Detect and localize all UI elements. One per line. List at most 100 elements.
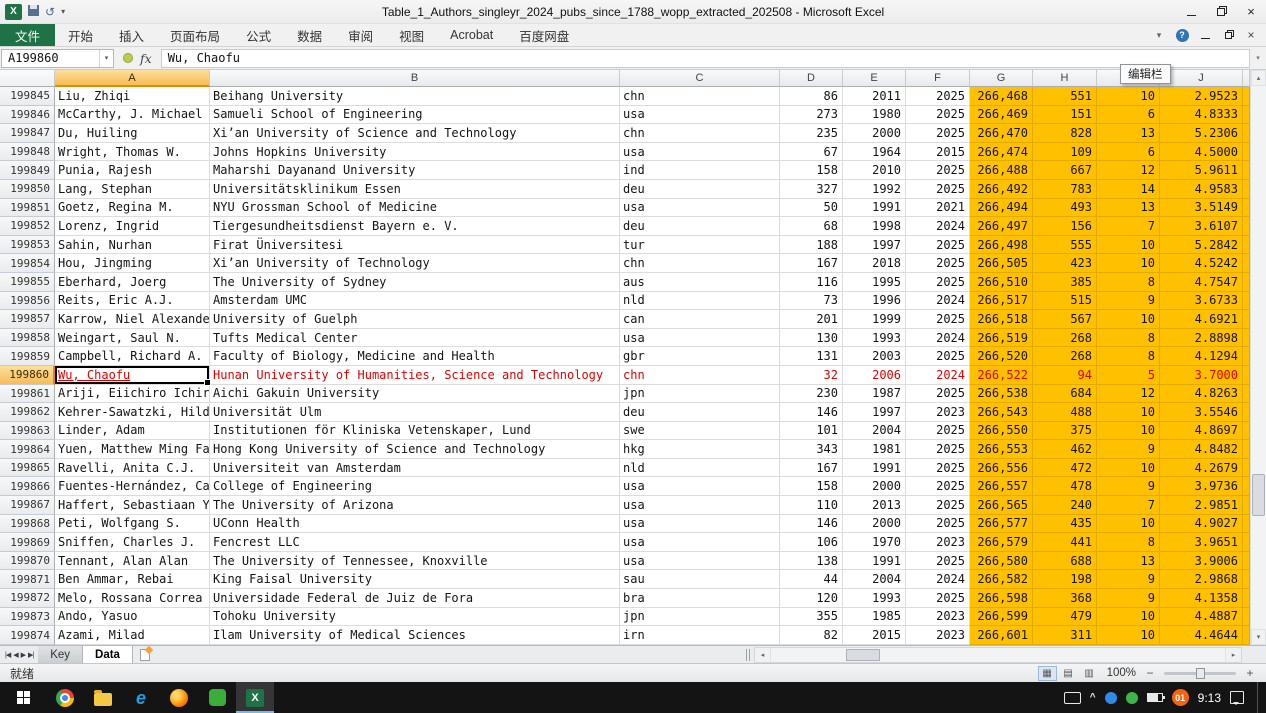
cell-D199869[interactable]: 106: [780, 533, 843, 552]
cell-H199869[interactable]: 441: [1033, 533, 1097, 552]
action-center-icon[interactable]: [1230, 691, 1244, 704]
cell-F199851[interactable]: 2021: [906, 199, 970, 218]
cell-E199850[interactable]: 1992: [843, 180, 906, 199]
cell-F199855[interactable]: 2025: [906, 273, 970, 292]
cell-F199862[interactable]: 2023: [906, 403, 970, 422]
cell-B199848[interactable]: Johns Hopkins University: [210, 143, 620, 162]
cell-B199851[interactable]: NYU Grossman School of Medicine: [210, 199, 620, 218]
cell-E199862[interactable]: 1997: [843, 403, 906, 422]
first-sheet-button[interactable]: |◀: [5, 651, 10, 659]
cell-F199846[interactable]: 2025: [906, 106, 970, 125]
cell-G199856[interactable]: 266,517: [970, 292, 1033, 311]
cell-C199859[interactable]: gbr: [620, 347, 780, 366]
cell-E199859[interactable]: 2003: [843, 347, 906, 366]
cell-F199873[interactable]: 2023: [906, 608, 970, 627]
cell-I199854[interactable]: 10: [1097, 254, 1160, 273]
cell-J199852[interactable]: 3.6107: [1160, 217, 1243, 236]
cell-G199851[interactable]: 266,494: [970, 199, 1033, 218]
cell-J199858[interactable]: 2.8898: [1160, 329, 1243, 348]
zoom-level[interactable]: 100%: [1107, 667, 1136, 679]
cell-E199848[interactable]: 1964: [843, 143, 906, 162]
cell-J199846[interactable]: 4.8333: [1160, 106, 1243, 125]
cell-J199847[interactable]: 5.2306: [1160, 124, 1243, 143]
cell-I199865[interactable]: 10: [1097, 459, 1160, 478]
row-header-199864[interactable]: 199864: [0, 440, 55, 459]
cell-B199869[interactable]: Fencrest LLC: [210, 533, 620, 552]
cell-E199869[interactable]: 1970: [843, 533, 906, 552]
scroll-down-button[interactable]: ▾: [1251, 629, 1266, 645]
cell-B199859[interactable]: Faculty of Biology, Medicine and Health: [210, 347, 620, 366]
cell-B199857[interactable]: University of Guelph: [210, 310, 620, 329]
cell-D199864[interactable]: 343: [780, 440, 843, 459]
cell-C199872[interactable]: bra: [620, 589, 780, 608]
cell-E199865[interactable]: 1991: [843, 459, 906, 478]
cell-B199861[interactable]: Aichi Gakuin University: [210, 385, 620, 404]
cell-C199848[interactable]: usa: [620, 143, 780, 162]
cell-H199847[interactable]: 828: [1033, 124, 1097, 143]
column-header-H[interactable]: H: [1033, 70, 1097, 87]
tray-green-icon[interactable]: [1126, 692, 1138, 704]
cell-B199852[interactable]: Tiergesundheitsdienst Bayern e. V.: [210, 217, 620, 236]
cell-E199847[interactable]: 2000: [843, 124, 906, 143]
row-header-199859[interactable]: 199859: [0, 347, 55, 366]
cell-E199853[interactable]: 1997: [843, 236, 906, 255]
excel-app-icon[interactable]: X: [5, 4, 22, 20]
cell-C199851[interactable]: usa: [620, 199, 780, 218]
cell-E199857[interactable]: 1999: [843, 310, 906, 329]
cell-H199864[interactable]: 462: [1033, 440, 1097, 459]
scroll-up-button[interactable]: ▴: [1251, 70, 1266, 86]
ribbon-tab-acrobat[interactable]: Acrobat: [437, 24, 506, 46]
cell-C199854[interactable]: chn: [620, 254, 780, 273]
row-header-199854[interactable]: 199854: [0, 254, 55, 273]
cell-E199851[interactable]: 1991: [843, 199, 906, 218]
taskbar-chrome[interactable]: [46, 682, 84, 713]
cell-G199861[interactable]: 266,538: [970, 385, 1033, 404]
cell-J199866[interactable]: 3.9736: [1160, 477, 1243, 496]
next-sheet-button[interactable]: ▶: [21, 651, 25, 659]
cell-G199850[interactable]: 266,492: [970, 180, 1033, 199]
cell-H199848[interactable]: 109: [1033, 143, 1097, 162]
formula-input[interactable]: Wu, Chaofu: [161, 49, 1250, 68]
horizontal-scrollbar[interactable]: ◂ ▸: [754, 647, 1242, 663]
taskbar-green-app[interactable]: [198, 682, 236, 713]
cell-I199861[interactable]: 12: [1097, 385, 1160, 404]
cell-F199850[interactable]: 2025: [906, 180, 970, 199]
cell-B199858[interactable]: Tufts Medical Center: [210, 329, 620, 348]
formula-bar-expand-button[interactable]: ▾: [1250, 54, 1266, 62]
cell-F199853[interactable]: 2025: [906, 236, 970, 255]
cell-F199856[interactable]: 2024: [906, 292, 970, 311]
cell-B199847[interactable]: Xi’an University of Science and Technolo…: [210, 124, 620, 143]
taskbar-file-explorer[interactable]: [84, 682, 122, 713]
cell-A199859[interactable]: Campbell, Richard A.: [55, 347, 210, 366]
cell-E199846[interactable]: 1980: [843, 106, 906, 125]
column-header-F[interactable]: F: [906, 70, 970, 87]
cell-I199874[interactable]: 10: [1097, 626, 1160, 645]
cell-A199868[interactable]: Peti, Wolfgang S.: [55, 515, 210, 534]
row-header-199874[interactable]: 199874: [0, 626, 55, 645]
cell-D199852[interactable]: 68: [780, 217, 843, 236]
cell-B199846[interactable]: Samueli School of Engineering: [210, 106, 620, 125]
row-header-199849[interactable]: 199849: [0, 161, 55, 180]
cell-D199846[interactable]: 273: [780, 106, 843, 125]
cell-I199857[interactable]: 10: [1097, 310, 1160, 329]
cell-H199865[interactable]: 472: [1033, 459, 1097, 478]
cell-J199864[interactable]: 4.8482: [1160, 440, 1243, 459]
cell-J199873[interactable]: 4.4887: [1160, 608, 1243, 627]
cell-E199872[interactable]: 1993: [843, 589, 906, 608]
cell-B199862[interactable]: Universität Ulm: [210, 403, 620, 422]
cell-E199864[interactable]: 1981: [843, 440, 906, 459]
cell-I199863[interactable]: 10: [1097, 422, 1160, 441]
cell-A199848[interactable]: Wright, Thomas W.: [55, 143, 210, 162]
cell-G199870[interactable]: 266,580: [970, 552, 1033, 571]
cell-A199855[interactable]: Eberhard, Joerg: [55, 273, 210, 292]
cell-D199853[interactable]: 188: [780, 236, 843, 255]
cell-I199849[interactable]: 12: [1097, 161, 1160, 180]
row-header-199858[interactable]: 199858: [0, 329, 55, 348]
select-all-corner[interactable]: [0, 70, 55, 87]
cell-I199872[interactable]: 9: [1097, 589, 1160, 608]
cell-I199864[interactable]: 9: [1097, 440, 1160, 459]
cell-B199868[interactable]: UConn Health: [210, 515, 620, 534]
cell-C199868[interactable]: usa: [620, 515, 780, 534]
cell-E199868[interactable]: 2000: [843, 515, 906, 534]
column-header-G[interactable]: G: [970, 70, 1033, 87]
